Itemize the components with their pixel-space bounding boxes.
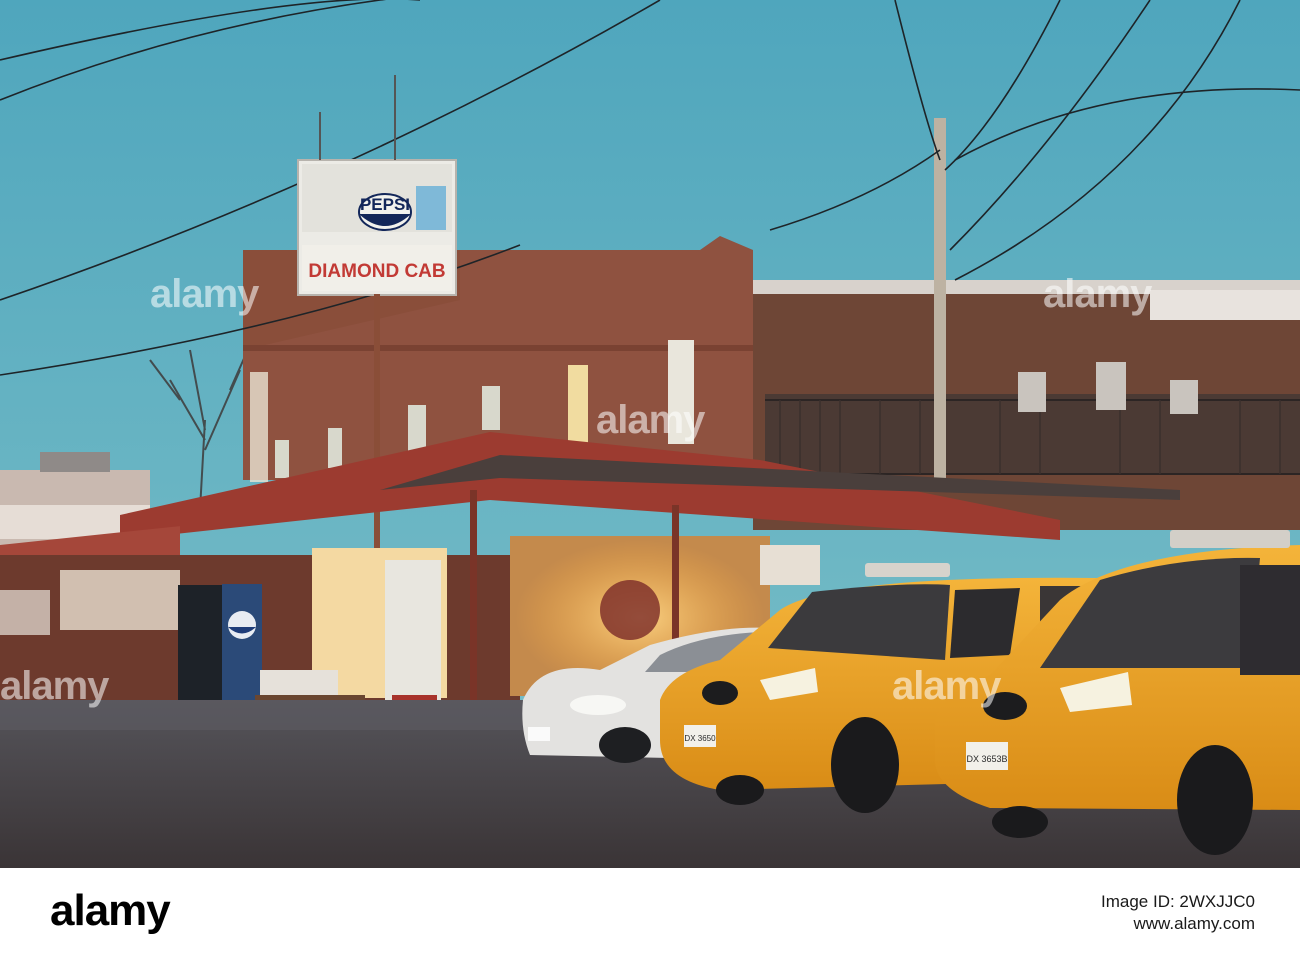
site-url[interactable]: www.alamy.com <box>1101 914 1255 934</box>
diamond-cab-text: DIAMOND CAB <box>308 261 445 282</box>
store-sign: PEPSI DIAMOND CAB <box>297 159 457 296</box>
window <box>408 405 426 451</box>
watermark: alamy <box>596 398 705 442</box>
image-meta: Image ID: 2WXJJC0 www.alamy.com <box>1101 892 1255 934</box>
watermark: alamy <box>0 664 109 708</box>
watermark: alamy <box>1043 272 1152 316</box>
watermark: alamy <box>892 664 1001 708</box>
utility-pole <box>934 118 946 478</box>
pepsi-logo-text: PEPSI <box>360 195 410 214</box>
footer-bar: alamy Image ID: 2WXJJC0 www.alamy.com <box>0 868 1300 956</box>
plate-left-text: DX 3650 <box>684 734 716 743</box>
plate-right-text: DX 3653B <box>966 754 1007 764</box>
alamy-logo[interactable]: alamy <box>50 886 171 936</box>
window <box>482 386 500 430</box>
window <box>328 428 342 468</box>
image-id: Image ID: 2WXJJC0 <box>1101 892 1255 911</box>
window <box>275 440 289 478</box>
photo: PEPSI DIAMOND CAB DX 3650 DX 3653B alamy… <box>0 0 1300 868</box>
watermark: alamy <box>150 272 259 316</box>
window <box>568 365 588 443</box>
